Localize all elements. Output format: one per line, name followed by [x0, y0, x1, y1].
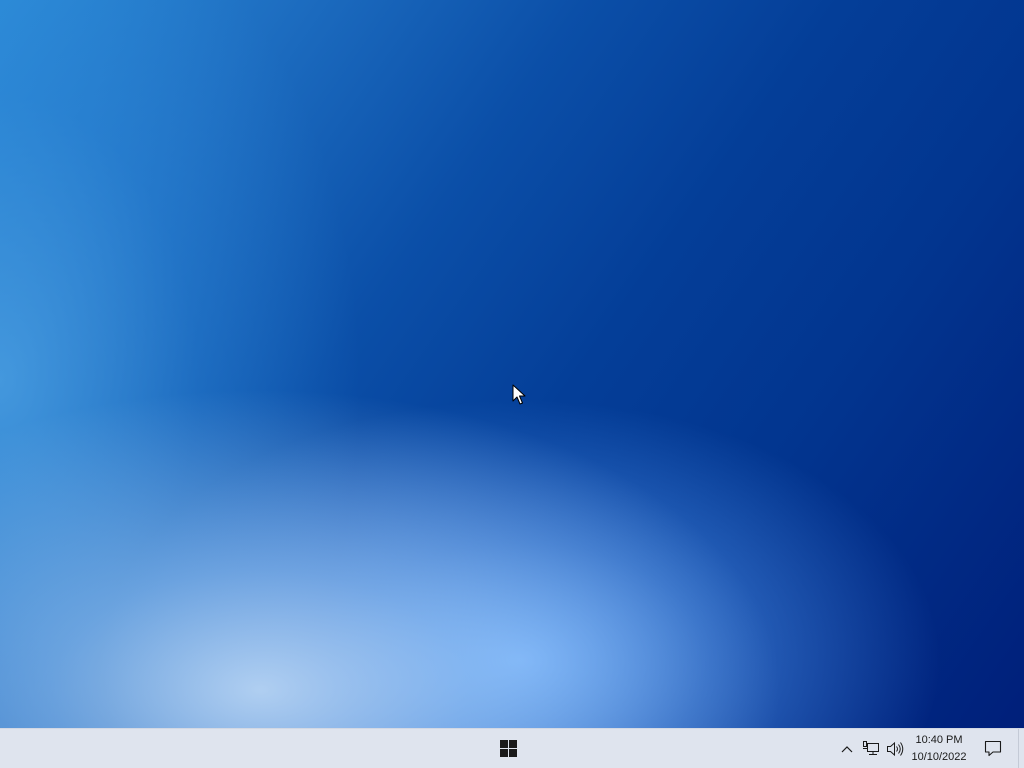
show-hidden-icons-button[interactable] — [837, 729, 857, 768]
notification-center-button[interactable] — [976, 729, 1010, 768]
chevron-up-icon — [841, 745, 853, 752]
windows-logo-icon — [499, 740, 517, 757]
arrow-cursor-icon — [512, 384, 526, 405]
clock[interactable]: 10:40 PM 10/10/2022 — [906, 729, 972, 768]
taskbar: 10:40 PM 10/10/2022 — [0, 728, 1024, 768]
desktop-wallpaper[interactable] — [0, 0, 1024, 728]
clock-time: 10:40 PM — [915, 733, 963, 746]
volume-icon — [887, 741, 904, 756]
network-button[interactable] — [859, 729, 883, 768]
network-icon — [863, 740, 879, 755]
start-button[interactable] — [490, 729, 526, 768]
show-desktop-button[interactable] — [1018, 729, 1024, 768]
notification-icon — [984, 740, 1002, 757]
volume-button[interactable] — [883, 729, 907, 768]
clock-date: 10/10/2022 — [911, 750, 967, 763]
